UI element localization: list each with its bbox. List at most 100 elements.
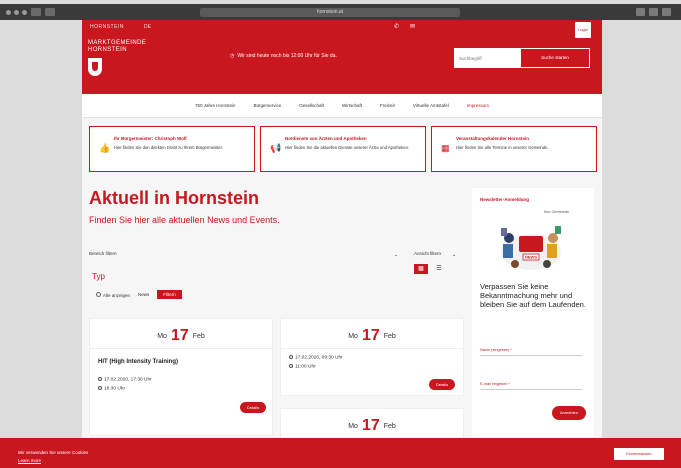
card-text: Hier finden Sie die aktuellen Dienste un… (285, 145, 410, 150)
event-calendar-card[interactable]: ▦ Veranstaltungskalender Hornstein Hier … (431, 126, 597, 172)
news-option[interactable]: News (138, 292, 149, 297)
event-card[interactable]: Mo 17 Feb 17.02.2020, 09:30 Uhr 11:00 Uhr … (280, 318, 464, 396)
newsletter-title: Newsletter-Anmeldung (480, 197, 530, 202)
type-filter-label: Typ (92, 272, 105, 281)
back-icon[interactable] (45, 8, 55, 16)
event-day: 17 (170, 327, 189, 344)
show-all-option[interactable]: Alle anzeigen (96, 291, 131, 298)
subscribe-button[interactable]: Anmelden (552, 406, 586, 420)
event-end-text: 18:30 Uhr (104, 386, 126, 392)
cookie-message: Wir verwenden Sie unsere Cookies (18, 450, 89, 455)
share-icon[interactable] (636, 8, 645, 16)
show-all-label: Alle anzeigen (103, 292, 131, 298)
list-view-icon[interactable]: ☰ (432, 264, 446, 274)
learn-more-link[interactable]: Learn more (18, 457, 88, 465)
site-header: HORNSTEIN DE ✆ ✉ Login MARKTGEMEINDE HOR… (82, 20, 602, 94)
notice-text: Wir sind heute noch bis 12:00 Uhr für Si… (237, 53, 337, 59)
nav-item-freizeit[interactable]: Freizeit (380, 103, 395, 108)
close-window-icon[interactable] (6, 9, 11, 15)
event-weekday: Mo (348, 423, 358, 430)
login-button[interactable]: Login (575, 22, 591, 38)
newsletter-panel: Newsletter-Anmeldung Ihre Gemeinde NEWS … (472, 188, 594, 468)
clock-icon (289, 364, 293, 368)
email-field[interactable]: E-mail eingeben * (480, 382, 582, 390)
search-button[interactable]: Suche starten (520, 48, 590, 68)
event-start: 17.02.2020, 17:30 Uhr (98, 377, 152, 383)
nav-item-impressum[interactable]: Impressum (467, 103, 489, 108)
event-start-text: 17.02.2020, 09:30 Uhr (295, 355, 343, 361)
nav-item-buergerservice[interactable]: Bürgerservice (254, 103, 282, 108)
search-input[interactable] (454, 48, 520, 68)
nav-item-gesellschaft[interactable]: Gesellschaft (299, 103, 324, 108)
event-date: Mo 17 Feb (281, 319, 463, 349)
opening-hours-notice: ◷ Wir sind heute noch bis 12:00 Uhr für S… (230, 53, 337, 59)
card-text: Hier finden Sie alle Termine in unserer … (456, 145, 549, 150)
top-brand-link[interactable]: HORNSTEIN (90, 24, 124, 30)
card-title: Ihr Bürgermeister: Christoph Wolf (114, 136, 187, 141)
mail-icon[interactable]: ✉ (410, 23, 415, 30)
page-subtitle: Finden Sie hier alle aktuellen News und … (89, 215, 280, 225)
type-filter-options: Alle anzeigen News Filtern (96, 290, 182, 299)
event-month: Feb (383, 423, 396, 430)
clock-icon (289, 355, 293, 359)
cookie-banner: Wir verwenden Sie unsere Cookies Learn m… (0, 438, 681, 468)
event-date: Mo 17 Feb (90, 319, 272, 349)
event-weekday: Mo (157, 333, 167, 340)
newsletter-illustration: NEWS (501, 226, 561, 270)
newsletter-signature: Ihre Gemeinde (544, 210, 570, 214)
filter-button[interactable]: Filtern (157, 290, 182, 299)
nav-item-amtstafel[interactable]: Virtuelle Amtstafel (413, 103, 449, 108)
clock-icon (98, 386, 102, 390)
view-filter-label: Ansicht filtern (414, 251, 442, 256)
phone-icon[interactable]: ✆ (394, 23, 399, 30)
main-navigation: 750 Jahre Hornstein Bürgerservice Gesell… (82, 94, 602, 118)
web-page: HORNSTEIN DE ✆ ✉ Login MARKTGEMEINDE HOR… (82, 20, 602, 468)
event-month: Feb (192, 333, 205, 340)
sidebar-toggle-icon[interactable] (31, 8, 41, 16)
event-title: HIT (High Intensity Training) (98, 359, 178, 365)
browser-actions (636, 8, 671, 16)
clock-icon (98, 377, 102, 381)
page-title: Aktuell in Hornstein (89, 188, 260, 208)
event-card[interactable]: Mo 17 Feb HIT (High Intensity Training) 17… (89, 318, 273, 436)
coat-of-arms-icon (88, 58, 102, 76)
thumbs-up-icon: 👍 (99, 143, 111, 153)
card-title: Veranstaltungskalender Hornstein (456, 136, 530, 141)
event-end-text: 11:00 Uhr (295, 364, 316, 370)
grid-view-icon[interactable]: ▦ (414, 264, 428, 274)
newsletter-text: Verpassen Sie keine Bekanntmachung mehr … (480, 282, 586, 309)
browser-toolbar: hornstein.at (0, 4, 681, 20)
card-text: Hier finden Sie den direkten Draht zu Ih… (114, 145, 223, 150)
event-details-button[interactable]: Details (429, 379, 455, 390)
address-bar[interactable]: hornstein.at (200, 7, 460, 17)
megaphone-icon: 📢 (270, 143, 282, 153)
card-title: Notdienste von Ärzten und Apotheken (285, 136, 367, 141)
cookie-text: Wir verwenden Sie unsere Cookies Learn m… (18, 449, 88, 465)
chevron-down-icon[interactable]: ⌄ (394, 252, 398, 258)
news-badge: NEWS (525, 255, 537, 260)
tabs-overview-icon[interactable] (662, 8, 671, 16)
nav-item-wirtschaft[interactable]: Wirtschaft (342, 103, 362, 108)
emergency-service-card[interactable]: 📢 Notdienste von Ärzten und Apotheken Hi… (260, 126, 426, 172)
site-logo[interactable]: MARKTGEMEINDE HORNSTEIN (88, 40, 146, 54)
minimize-window-icon[interactable] (14, 9, 19, 15)
accept-cookies-button[interactable]: Einverstanden (614, 448, 664, 460)
event-month: Feb (383, 333, 396, 340)
event-start: 17.02.2020, 09:30 Uhr (289, 355, 343, 361)
event-details-button[interactable]: Details (240, 402, 266, 413)
window-controls[interactable] (6, 9, 27, 15)
chevron-down-icon[interactable]: ⌄ (452, 252, 456, 258)
language-switch[interactable]: DE (144, 24, 151, 30)
calendar-icon: ▦ (441, 143, 450, 153)
name-field[interactable]: Name (eingeben) * (480, 348, 582, 356)
mayor-card[interactable]: 👍 Ihr Bürgermeister: Christoph Wolf Hier… (89, 126, 255, 172)
event-date: Mo 17 Feb (281, 409, 463, 439)
new-tab-icon[interactable] (649, 8, 658, 16)
area-filter-label: Bereich filtern (89, 251, 117, 256)
event-end: 18:30 Uhr (98, 386, 125, 392)
event-day: 17 (361, 417, 380, 434)
nav-item-750-jahre[interactable]: 750 Jahre Hornstein (195, 103, 236, 108)
brand-line-2: HORNSTEIN (88, 47, 127, 53)
maximize-window-icon[interactable] (22, 9, 27, 15)
radio-icon[interactable] (96, 291, 101, 297)
